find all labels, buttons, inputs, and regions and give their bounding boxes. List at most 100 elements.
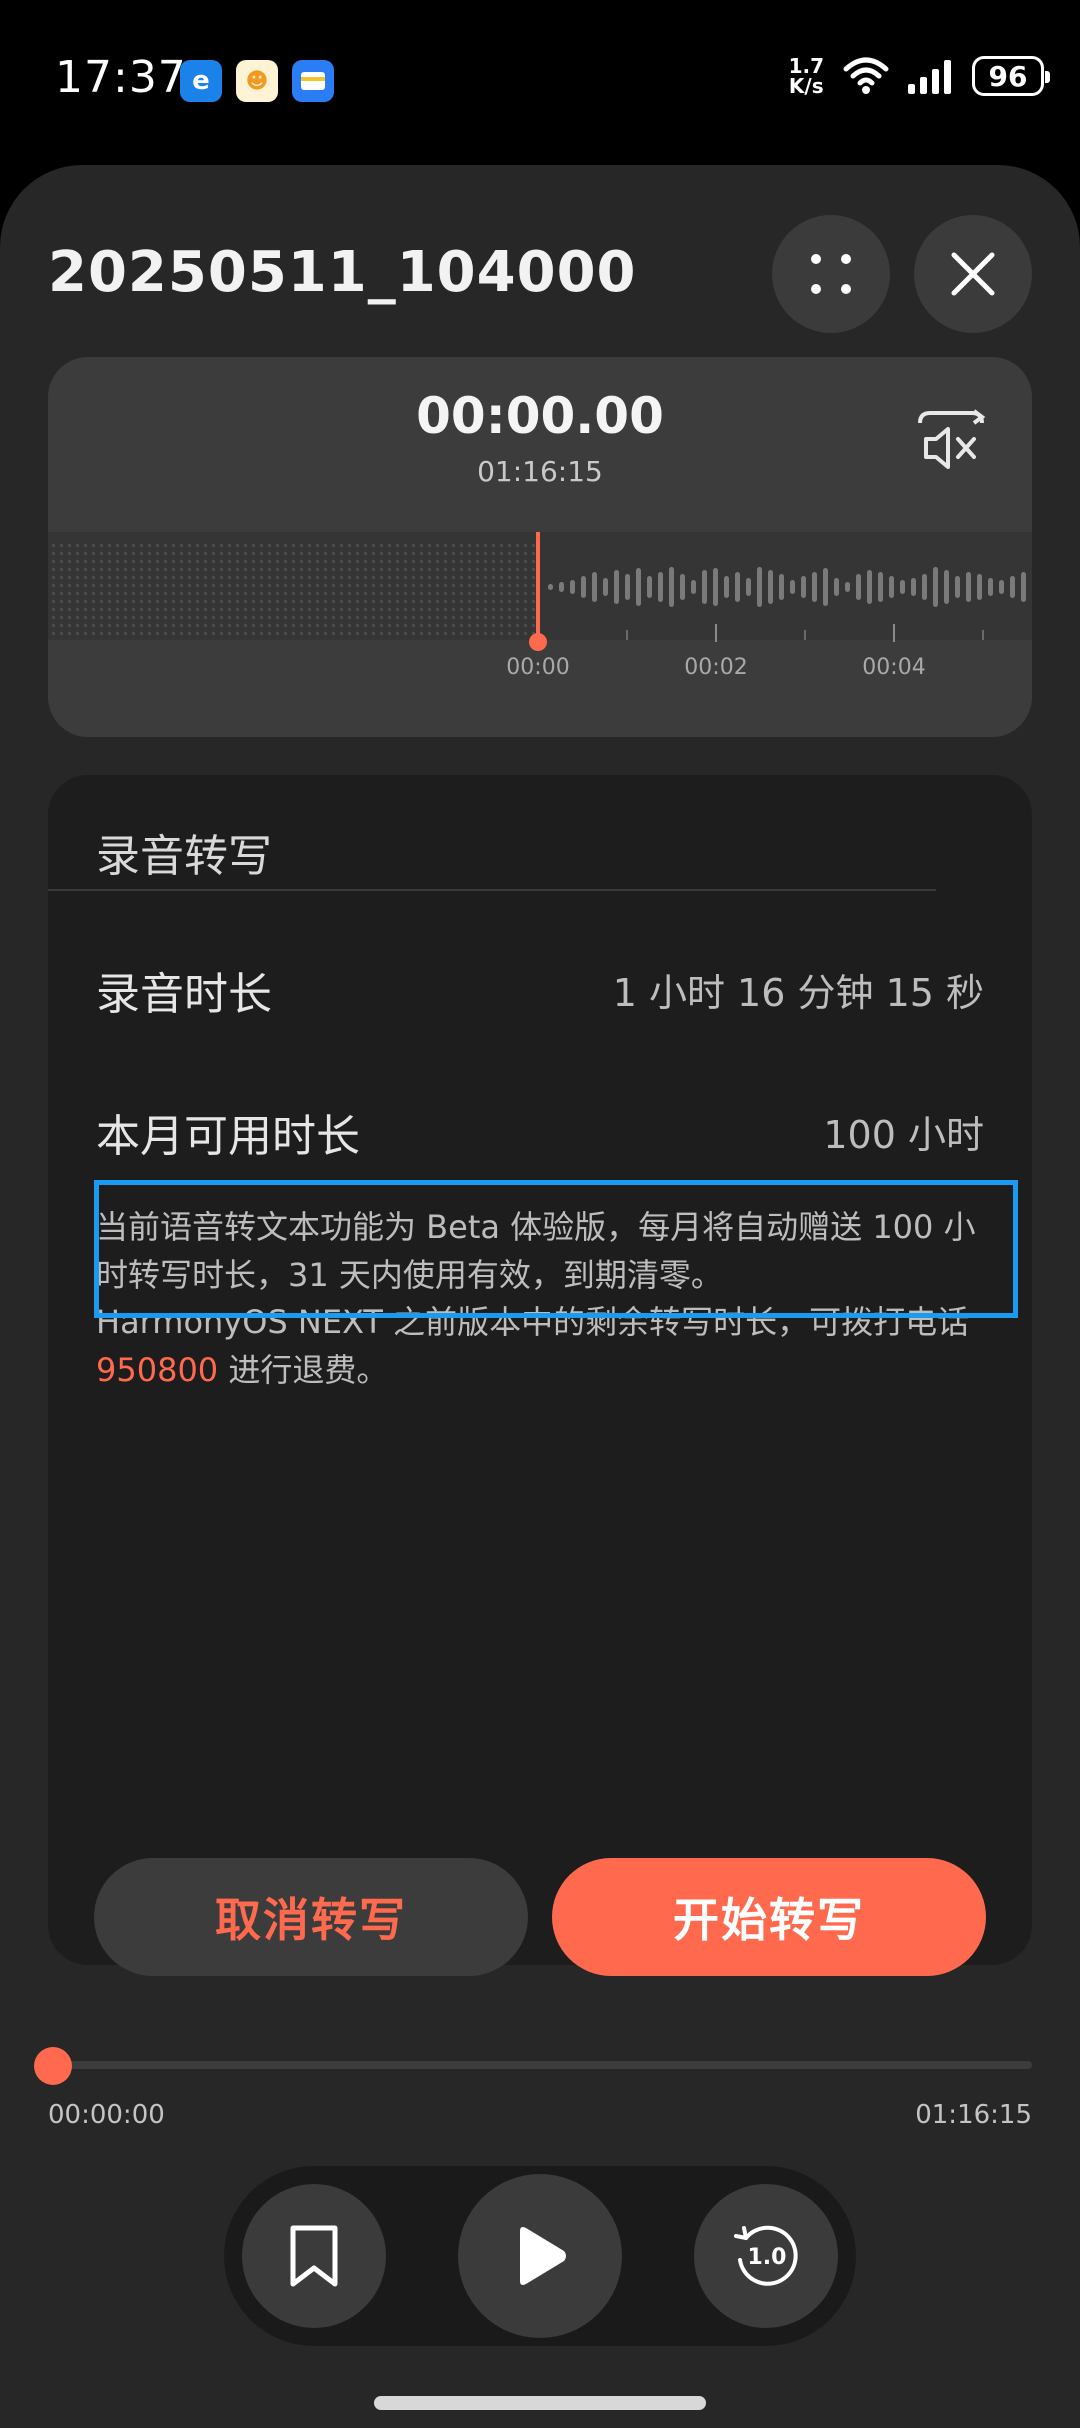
wave-dot	[68, 632, 71, 635]
wave-dot	[84, 592, 87, 595]
wave-dot	[484, 592, 487, 595]
wave-dot	[188, 560, 191, 563]
wave-dot	[492, 600, 495, 603]
wave-dot	[236, 568, 239, 571]
progress-knob[interactable]	[34, 2047, 72, 2085]
close-button[interactable]	[914, 215, 1032, 333]
wave-dot	[196, 552, 199, 555]
status-right: 1.7 K/s 96	[789, 56, 1050, 96]
wave-dot	[340, 560, 343, 563]
wave-dot	[372, 608, 375, 611]
wave-dot	[268, 568, 271, 571]
wave-dot	[228, 600, 231, 603]
wave-dot	[68, 544, 71, 547]
wave-dot	[76, 616, 79, 619]
wave-dot	[332, 608, 335, 611]
play-button[interactable]	[458, 2174, 622, 2338]
wave-dot	[324, 608, 327, 611]
wave-dot	[268, 608, 271, 611]
wave-dot	[348, 544, 351, 547]
wave-dot	[524, 616, 527, 619]
wave-dot	[180, 608, 183, 611]
wave-dot	[180, 616, 183, 619]
wave-dot	[316, 576, 319, 579]
wave-dot	[308, 624, 311, 627]
wave-dot	[292, 624, 295, 627]
wave-bar	[933, 567, 938, 607]
wave-dot	[452, 600, 455, 603]
wave-dot	[332, 544, 335, 547]
wave-dot	[140, 544, 143, 547]
wave-dot	[444, 560, 447, 563]
wave-dot	[196, 632, 199, 635]
wave-dot	[276, 624, 279, 627]
wave-dot	[60, 560, 63, 563]
wave-dot	[204, 584, 207, 587]
wave-dot	[196, 544, 199, 547]
wave-dot	[508, 544, 511, 547]
wave-dot	[172, 560, 175, 563]
wave-dot	[412, 544, 415, 547]
wave-dot	[172, 608, 175, 611]
wave-dot	[428, 576, 431, 579]
wave-dot	[76, 568, 79, 571]
wave-dot	[468, 632, 471, 635]
wave-dot	[92, 592, 95, 595]
wave-dot	[124, 584, 127, 587]
progress-track[interactable]	[54, 2061, 1032, 2069]
wave-dot	[404, 608, 407, 611]
wave-dot	[380, 568, 383, 571]
wave-dot	[252, 616, 255, 619]
wave-dot	[244, 576, 247, 579]
mute-speaker-icon[interactable]	[916, 409, 986, 473]
wave-dot	[372, 616, 375, 619]
wave-bar	[988, 578, 993, 596]
wave-dot	[68, 576, 71, 579]
wave-dot	[444, 544, 447, 547]
wave-dot	[508, 608, 511, 611]
wave-dot	[276, 560, 279, 563]
playback-speed-button[interactable]: 1.0	[694, 2184, 838, 2328]
transcription-card: 录音转写 录音时长 1 小时 16 分钟 15 秒 本月可用时长 100 小时 …	[48, 775, 1032, 1965]
cancel-transcribe-button[interactable]: 取消转写	[94, 1858, 528, 1976]
waveform[interactable]	[48, 532, 1032, 652]
wave-dot	[484, 568, 487, 571]
wave-dot	[444, 576, 447, 579]
bookmark-button[interactable]	[242, 2184, 386, 2328]
wave-dot	[396, 608, 399, 611]
wave-dot	[252, 576, 255, 579]
wave-dot	[188, 600, 191, 603]
wave-dot	[364, 592, 367, 595]
wave-dot	[292, 632, 295, 635]
wave-dot	[380, 552, 383, 555]
wave-dot	[284, 616, 287, 619]
wave-dot	[324, 632, 327, 635]
current-time: 00:00.00	[416, 387, 664, 445]
wave-dot	[76, 624, 79, 627]
wave-dot	[276, 568, 279, 571]
duration-value: 1 小时 16 分钟 15 秒	[612, 971, 984, 1015]
wave-dot	[484, 552, 487, 555]
start-transcribe-button[interactable]: 开始转写	[552, 1858, 986, 1976]
wave-dot	[228, 576, 231, 579]
wave-bar	[614, 570, 619, 604]
wave-dot	[388, 616, 391, 619]
wave-bar	[746, 578, 751, 596]
wave-dot	[260, 632, 263, 635]
wave-dot	[276, 584, 279, 587]
wave-dot	[388, 624, 391, 627]
wave-dot	[292, 560, 295, 563]
wave-dot	[116, 544, 119, 547]
wave-dot	[116, 576, 119, 579]
wave-dot	[364, 552, 367, 555]
more-button[interactable]	[772, 215, 890, 333]
wave-dot	[132, 560, 135, 563]
wave-dot	[156, 592, 159, 595]
wave-dot	[180, 552, 183, 555]
wave-dot	[316, 544, 319, 547]
refund-phone-link[interactable]: 950800	[96, 1351, 218, 1389]
wave-dot	[220, 632, 223, 635]
wave-dot	[436, 616, 439, 619]
wave-dot	[228, 624, 231, 627]
wave-dot	[524, 560, 527, 563]
